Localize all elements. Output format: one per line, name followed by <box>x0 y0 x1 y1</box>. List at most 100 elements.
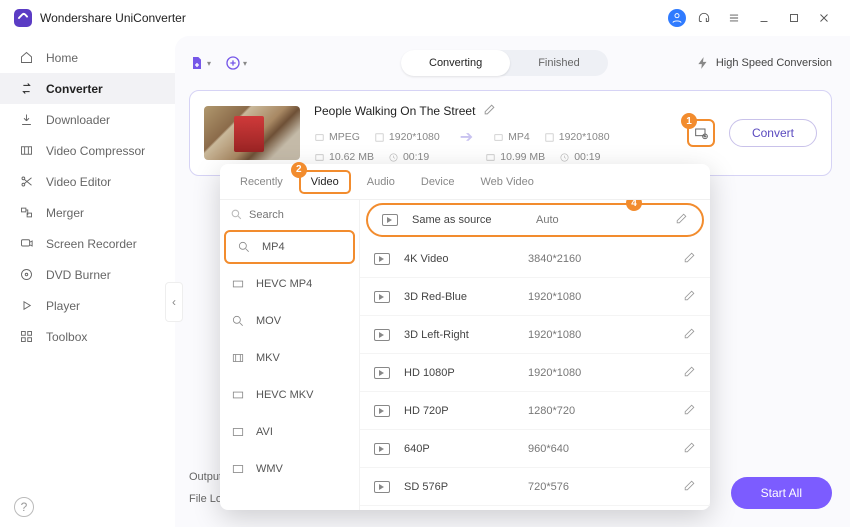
preset-row[interactable]: SD 576P 720*576 <box>360 468 710 506</box>
grid-icon <box>18 329 34 345</box>
edit-preset-icon[interactable] <box>683 289 696 305</box>
output-settings-button[interactable]: 1 <box>687 119 715 147</box>
edit-title-icon[interactable] <box>483 103 496 119</box>
sidebar-item-compressor[interactable]: Video Compressor <box>0 135 175 166</box>
sidebar-item-toolbox[interactable]: Toolbox <box>0 321 175 352</box>
edit-preset-icon[interactable] <box>683 403 696 419</box>
edit-preset-icon[interactable] <box>675 212 688 228</box>
edit-preset-icon[interactable] <box>683 479 696 495</box>
sidebar-item-label: Converter <box>46 82 103 96</box>
add-url-button[interactable]: ▾ <box>225 52 247 74</box>
sidebar-item-recorder[interactable]: Screen Recorder <box>0 228 175 259</box>
tab-video[interactable]: Video 2 <box>299 170 351 194</box>
titlebar: Wondershare UniConverter <box>0 0 850 36</box>
format-item-mkv[interactable]: MKV <box>220 339 359 376</box>
sidebar-item-label: Home <box>46 51 78 65</box>
close-icon[interactable] <box>812 6 836 30</box>
tab-audio[interactable]: Audio <box>357 170 405 194</box>
tab-device[interactable]: Device <box>411 170 465 194</box>
format-item-mov[interactable]: MOV <box>220 302 359 339</box>
tab-webvideo[interactable]: Web Video <box>471 170 544 194</box>
sidebar-item-dvd[interactable]: DVD Burner <box>0 259 175 290</box>
help-button[interactable]: ? <box>14 497 34 517</box>
video-thumbnail[interactable] <box>204 106 300 160</box>
format-item-wmv[interactable]: WMV <box>220 450 359 487</box>
collapse-sidebar-handle[interactable]: ‹ <box>165 282 183 322</box>
preset-row[interactable]: 3D Left-Right 1920*1080 <box>360 316 710 354</box>
preset-name: Same as source <box>412 214 522 226</box>
format-panel: Recently Video 2 Audio Device Web Video … <box>220 164 710 510</box>
high-speed-label: High Speed Conversion <box>716 57 832 69</box>
edit-preset-icon[interactable] <box>683 327 696 343</box>
sidebar-item-downloader[interactable]: Downloader <box>0 104 175 135</box>
preset-name: SD 576P <box>404 481 514 493</box>
dst-size: 10.99 MB <box>500 151 545 163</box>
preset-name: HD 720P <box>404 405 514 417</box>
preset-row[interactable]: HD 1080P1920*1080 <box>360 354 710 392</box>
format-item-mp4[interactable]: 3 MP4 <box>224 230 355 264</box>
preset-same-as-source[interactable]: Same as source Auto 4 <box>366 203 704 237</box>
seg-converting[interactable]: Converting <box>401 50 510 76</box>
sidebar-item-label: DVD Burner <box>46 268 111 282</box>
convert-button[interactable]: Convert <box>729 119 817 147</box>
play-icon <box>18 298 34 314</box>
source-meta: MPEG 1920*1080 <box>314 131 440 143</box>
preset-row[interactable]: 3D Red-Blue1920*1080 <box>360 278 710 316</box>
src-format: MPEG <box>329 131 360 143</box>
format-item-avi[interactable]: AVI <box>220 413 359 450</box>
preset-res: 3840*2160 <box>528 253 669 265</box>
hevc-icon <box>230 387 246 403</box>
sidebar-item-player[interactable]: Player <box>0 290 175 321</box>
home-icon <box>18 50 34 66</box>
tab-video-label: Video <box>311 176 339 188</box>
format-label: WMV <box>256 463 283 475</box>
status-segment: Converting Finished <box>401 50 608 76</box>
preset-row[interactable]: HD 720P1280*720 <box>360 392 710 430</box>
format-item-hevcmp4[interactable]: HEVC MP4 <box>220 265 359 302</box>
support-icon[interactable] <box>692 6 716 30</box>
sidebar-item-editor[interactable]: Video Editor <box>0 166 175 197</box>
sidebar: Home Converter Downloader Video Compress… <box>0 36 175 527</box>
sidebar-item-label: Merger <box>46 206 84 220</box>
sidebar-item-label: Toolbox <box>46 330 87 344</box>
hamburger-menu-icon[interactable] <box>722 6 746 30</box>
callout-badge-2: 2 <box>291 162 307 178</box>
video-preset-icon <box>374 291 390 303</box>
src-size: 10.62 MB <box>329 151 374 163</box>
search-small-icon <box>236 239 252 255</box>
minimize-icon[interactable] <box>752 6 776 30</box>
edit-preset-icon[interactable] <box>683 365 696 381</box>
tab-recently[interactable]: Recently <box>230 170 293 194</box>
preset-row[interactable]: 640P960*640 <box>360 430 710 468</box>
preset-res: 960*640 <box>528 443 669 455</box>
src-dur: 00:19 <box>403 151 429 163</box>
sidebar-item-home[interactable]: Home <box>0 42 175 73</box>
edit-preset-icon[interactable] <box>683 251 696 267</box>
format-label: HEVC MKV <box>256 389 313 401</box>
sidebar-item-converter[interactable]: Converter <box>0 73 175 104</box>
arrow-icon: ➔ <box>460 127 473 147</box>
preset-res: 720*576 <box>528 481 669 493</box>
film-icon <box>230 424 246 440</box>
user-avatar-icon[interactable] <box>668 9 686 27</box>
format-list: 3 MP4 HEVC MP4 MOV MKV HEVC MKV AVI WMV <box>220 200 360 510</box>
sidebar-item-label: Video Compressor <box>46 144 145 158</box>
format-item-hevcmkv[interactable]: HEVC MKV <box>220 376 359 413</box>
preset-res: Auto <box>536 214 661 226</box>
sidebar-item-merger[interactable]: Merger <box>0 197 175 228</box>
add-file-button[interactable]: ▾ <box>189 52 211 74</box>
edit-preset-icon[interactable] <box>683 441 696 457</box>
preset-name: 3D Left-Right <box>404 329 514 341</box>
seg-finished[interactable]: Finished <box>510 50 608 76</box>
format-search-input[interactable] <box>249 209 339 221</box>
start-all-button[interactable]: Start All <box>731 477 832 509</box>
preset-res: 1920*1080 <box>528 329 669 341</box>
format-label: AVI <box>256 426 273 438</box>
video-preset-icon <box>374 329 390 341</box>
maximize-icon[interactable] <box>782 6 806 30</box>
scissors-icon <box>18 174 34 190</box>
preset-row[interactable]: 4K Video3840*2160 <box>360 240 710 278</box>
sidebar-item-label: Video Editor <box>46 175 111 189</box>
high-speed-toggle[interactable]: High Speed Conversion <box>696 56 832 70</box>
video-preset-icon <box>374 367 390 379</box>
